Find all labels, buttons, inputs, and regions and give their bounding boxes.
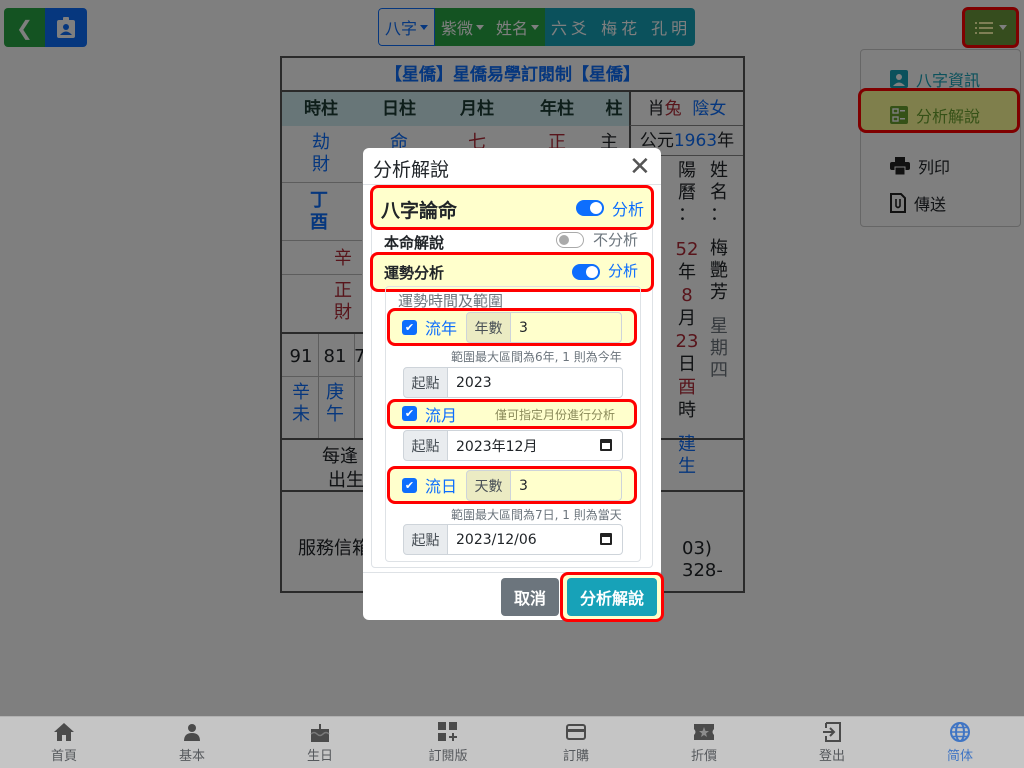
month-start-label: 起點	[403, 430, 448, 461]
day-count-input[interactable]: 3	[510, 470, 622, 501]
bazi-option-label: 八字論命	[381, 200, 458, 222]
day-start-label: 起點	[403, 524, 448, 555]
nav-label: 生日	[306, 749, 333, 764]
luck-toggle-state: 分析	[608, 262, 639, 280]
day-option-label: 流日	[425, 477, 458, 496]
analysis-modal: 分析解說 ✕ 八字論命 分析 本命解說 不分析 運勢分析 分析 運勢時間及範圍 …	[363, 148, 664, 622]
nav-basic[interactable]: 基本	[128, 717, 256, 768]
bazi-toggle[interactable]	[576, 200, 604, 216]
year-start-label: 起點	[403, 367, 448, 398]
nav-simplified-chinese[interactable]: 简体	[896, 717, 1024, 768]
bazi-toggle-state: 分析	[612, 200, 645, 219]
nav-home[interactable]: 首頁	[0, 717, 128, 768]
nav-label: 折價	[690, 749, 717, 764]
month-option-label: 流月	[425, 406, 458, 425]
natal-toggle-state: 不分析	[593, 231, 639, 249]
nav-birthday[interactable]: 生日	[256, 717, 384, 768]
nav-label: 訂購	[562, 749, 589, 764]
logout-icon	[821, 721, 843, 743]
credit-card-icon	[565, 721, 587, 743]
year-checkbox[interactable]: ✔	[402, 320, 417, 335]
nav-discount[interactable]: 折價	[640, 717, 768, 768]
nav-purchase[interactable]: 訂購	[512, 717, 640, 768]
month-start-input[interactable]: 2023年12月	[447, 430, 623, 461]
month-checkbox[interactable]: ✔	[402, 406, 417, 421]
natal-option-label: 本命解說	[384, 234, 445, 252]
nav-logout[interactable]: 登出	[768, 717, 896, 768]
calendar-icon[interactable]	[600, 439, 612, 451]
day-checkbox[interactable]: ✔	[402, 478, 417, 493]
person-icon	[181, 721, 203, 743]
month-start-value: 2023年12月	[456, 438, 538, 455]
year-option-label: 流年	[425, 319, 458, 338]
nav-label: 基本	[178, 749, 205, 764]
close-icon[interactable]: ✕	[629, 152, 651, 182]
home-icon	[53, 721, 75, 743]
luck-toggle[interactable]	[572, 264, 600, 280]
day-count-label: 天數	[466, 470, 511, 501]
year-start-input[interactable]: 2023	[447, 367, 623, 398]
year-count-label: 年數	[466, 312, 511, 343]
year-hint: 範圍最大區間為6年, 1 則為今年	[451, 350, 622, 364]
nav-label: 简体	[946, 749, 973, 764]
nav-label: 首頁	[50, 749, 77, 764]
day-start-value: 2023/12/06	[456, 531, 537, 548]
month-hint: 僅可指定月份進行分析	[495, 408, 616, 422]
bottom-nav: 首頁 基本 生日 訂閱版 訂購 折價 登出 简体	[0, 716, 1024, 768]
cancel-button[interactable]: 取消	[501, 578, 559, 616]
nav-label: 訂閱版	[428, 749, 468, 764]
modal-title: 分析解說	[373, 159, 450, 181]
year-count-input[interactable]: 3	[510, 312, 622, 343]
natal-toggle[interactable]	[556, 232, 584, 248]
nav-subscription[interactable]: 訂閱版	[384, 717, 512, 768]
ticket-star-icon	[693, 721, 715, 743]
day-start-input[interactable]: 2023/12/06	[447, 524, 623, 555]
day-hint: 範圍最大區間為7日, 1 則為當天	[451, 508, 622, 522]
cake-icon	[309, 721, 331, 743]
submit-analysis-button[interactable]: 分析解說	[567, 578, 657, 616]
calendar-icon[interactable]	[600, 533, 612, 545]
luck-option-label: 運勢分析	[384, 264, 445, 282]
grid-plus-icon	[437, 721, 459, 743]
globe-icon	[949, 721, 971, 743]
nav-label: 登出	[818, 749, 845, 764]
